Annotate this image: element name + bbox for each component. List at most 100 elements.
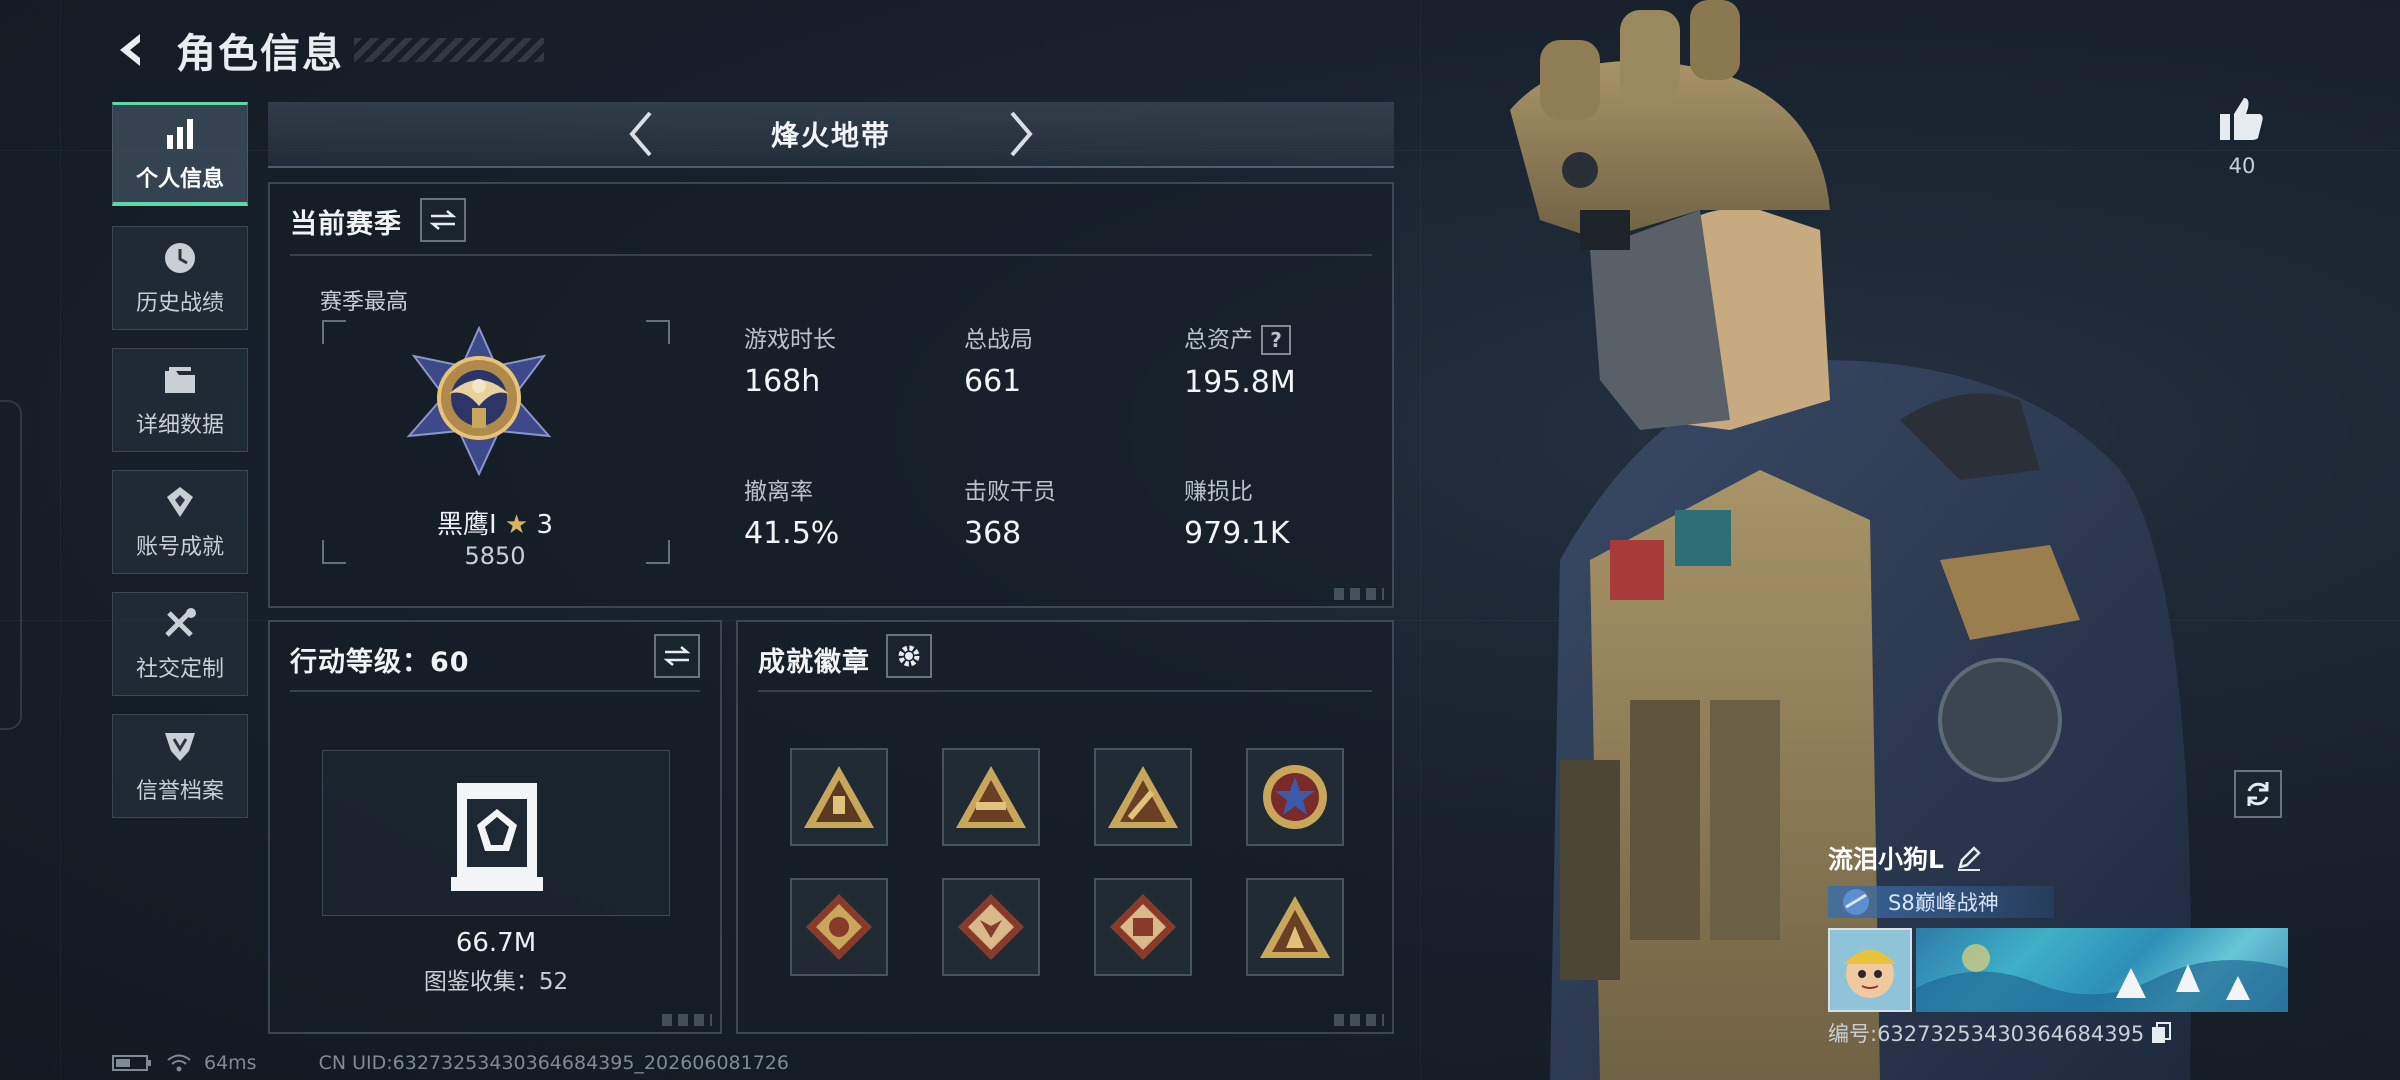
sidebar-item-label: 个人信息: [135, 166, 224, 192]
player-name: 流泪小狗L: [1828, 845, 1944, 874]
dragon-badge-icon: [806, 894, 872, 960]
prev-mode-button[interactable]: [621, 109, 661, 159]
achievement-badge[interactable]: [1246, 878, 1344, 976]
corner-decoration: [1334, 1014, 1384, 1026]
like-area: 40: [2212, 96, 2272, 178]
player-banner[interactable]: [1916, 928, 2288, 1012]
shield-icon: [165, 733, 195, 761]
clock-icon: [165, 243, 195, 273]
back-button[interactable]: [108, 26, 156, 74]
sidebar-item-reputation[interactable]: 信誉档案: [112, 714, 248, 818]
sidebar-item-detailed-data[interactable]: 详细数据: [112, 348, 248, 452]
season-best-label: 赛季最高: [320, 290, 409, 315]
stat-value: 661: [964, 364, 1022, 399]
help-button[interactable]: ?: [1261, 325, 1291, 355]
edit-icon[interactable]: [1956, 845, 1982, 871]
achievement-badge[interactable]: [1094, 748, 1192, 846]
player-name-row: 流泪小狗L: [1828, 840, 2288, 876]
player-title-badge: S8巅峰战神: [1828, 886, 2054, 918]
stat-value: 368: [964, 516, 1022, 551]
action-level-switch-button[interactable]: [654, 634, 700, 678]
badges-settings-button[interactable]: [886, 634, 932, 678]
collection-display[interactable]: [322, 750, 670, 916]
stat-label: 赚损比: [1184, 479, 1253, 505]
player-id-row: 编号:6327325343036468439­5: [1828, 1018, 2288, 1048]
achievement-badge[interactable]: [1246, 748, 1344, 846]
season-panel: 当前赛季 赛季最高 黑鹰I ★ 3 5850 游戏时长 168h 总战局 661…: [268, 182, 1394, 608]
achievement-badge[interactable]: [1094, 878, 1192, 976]
action-level-title: 行动等级：60: [290, 647, 470, 678]
star-icon: ★: [504, 510, 529, 540]
action-level-panel: 行动等级：60 66.7M 图鉴收集：52: [268, 620, 722, 1034]
gear-icon: [898, 645, 920, 667]
battery-icon: [112, 1055, 151, 1071]
tools-icon: [165, 608, 196, 637]
collection-count: 图鉴收集：52: [423, 969, 569, 995]
next-mode-button[interactable]: [1001, 109, 1041, 159]
stat-total-assets: 总资产? 195.8M: [1184, 320, 1296, 400]
player-card: 流泪小狗L S8巅峰战神 编号:6327325343036468439­5: [1828, 840, 2288, 1048]
back-arrow-icon: [120, 34, 140, 66]
avatar[interactable]: [1828, 928, 1912, 1012]
sidebar-item-achievements[interactable]: 账号成就: [112, 470, 248, 574]
achievement-badge[interactable]: [790, 748, 888, 846]
gem-showcase-icon: [451, 783, 543, 891]
ping: 64ms: [204, 1052, 257, 1074]
status-bar: 64ms CN UID:6327325343036468439­5_202606…: [112, 1052, 789, 1074]
divider: [758, 690, 1372, 692]
triangle-badge-icon: [956, 766, 1026, 828]
badges-panel: 成就徽章: [736, 620, 1394, 1034]
title-decoration: [354, 38, 544, 62]
chevron-left-icon: [629, 111, 652, 157]
header: 角色信息: [108, 20, 544, 80]
folder-icon: [165, 367, 195, 393]
player-id: 编号:6327325343036468439­5: [1828, 1022, 2145, 1046]
wifi-icon: [167, 1054, 191, 1072]
sidebar-item-personal-info[interactable]: 个人信息: [112, 102, 248, 206]
triangle-badge-icon: [1260, 896, 1330, 958]
sidebar-item-history[interactable]: 历史战绩: [112, 226, 248, 330]
achievement-badge[interactable]: [790, 878, 888, 976]
stat-playtime: 游戏时长 168h: [744, 320, 836, 399]
title-emblem-icon: [1843, 889, 1869, 915]
copy-icon[interactable]: [2150, 1021, 2172, 1045]
mode-name: 烽火地带: [770, 119, 891, 152]
corner-decoration: [1334, 588, 1384, 600]
achievement-badge[interactable]: [942, 748, 1040, 846]
stat-label: 撤离率: [744, 479, 813, 505]
stat-profit-ratio: 赚损比 979.1K: [1184, 472, 1290, 551]
stat-value: 41.5%: [744, 516, 840, 551]
page-title: 角色信息: [176, 31, 344, 77]
stat-kills: 击败干员 368: [964, 472, 1056, 551]
stat-value: 979.1K: [1184, 516, 1290, 551]
sidebar-item-social[interactable]: 社交定制: [112, 592, 248, 696]
chevron-right-icon: [1010, 111, 1033, 157]
wolf-badge-icon: [958, 894, 1024, 960]
frame-corner: [646, 320, 670, 344]
collection-value: 66.7M: [455, 928, 537, 958]
season-switch-button[interactable]: [420, 198, 466, 242]
star-medal-icon: [1263, 765, 1327, 829]
sidebar-item-label: 详细数据: [135, 413, 224, 438]
sidebar-item-label: 社交定制: [135, 657, 224, 682]
stat-extraction-rate: 撤离率 41.5%: [744, 472, 839, 551]
mode-selector: 烽火地带: [268, 102, 1394, 168]
rank-points: 5850: [464, 542, 526, 570]
rank-name: 黑鹰I: [436, 510, 497, 540]
corner-decoration: [662, 1014, 712, 1026]
achievement-badge[interactable]: [942, 878, 1040, 976]
avatar-character-icon: [1844, 950, 1896, 998]
badges-title: 成就徽章: [758, 647, 870, 678]
uid: CN UID:6327325343036468439­5_20260608172…: [318, 1052, 789, 1074]
rank-emblem-icon: [406, 326, 552, 476]
sidebar-item-label: 账号成就: [135, 535, 224, 560]
divider: [290, 690, 700, 692]
sidebar-item-label: 信誉档案: [135, 779, 224, 804]
swap-icon: [429, 210, 457, 230]
thumbs-up-icon[interactable]: [2218, 96, 2266, 142]
stat-label: 游戏时长: [744, 327, 836, 353]
swap-icon: [663, 646, 691, 666]
rank-stars: 3: [536, 510, 554, 540]
rotate-view-button[interactable]: [2234, 770, 2282, 818]
stat-label: 总资产: [1184, 327, 1253, 353]
